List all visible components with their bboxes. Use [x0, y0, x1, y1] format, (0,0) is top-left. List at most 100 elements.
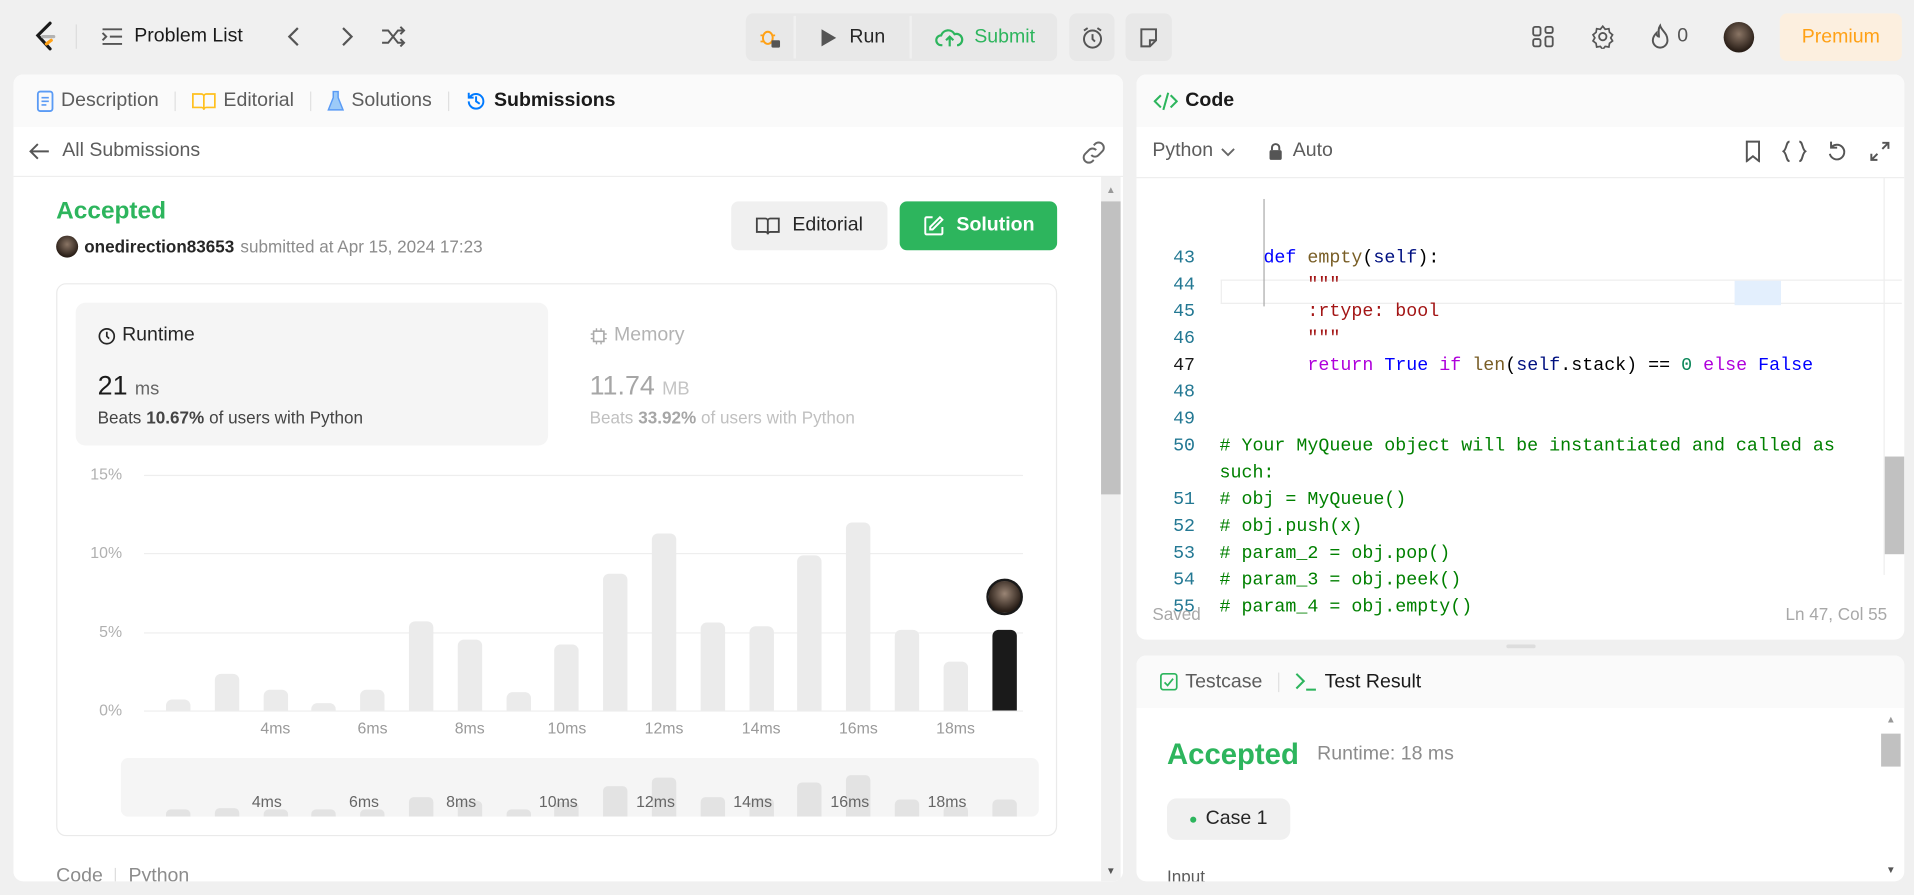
editorial-button[interactable]: Editorial [731, 201, 888, 251]
scrollbar-thumb[interactable] [1101, 201, 1121, 495]
user-avatar[interactable] [1723, 21, 1755, 53]
case-label: Case 1 [1205, 808, 1268, 829]
code-line[interactable]: # obj = MyQueue() [1219, 490, 1406, 511]
username-link[interactable]: onedirection83653 [84, 237, 234, 257]
resize-handle[interactable] [1506, 644, 1536, 649]
code-line[interactable]: # obj.push(x) [1219, 516, 1362, 537]
code-line[interactable]: """ [1219, 275, 1340, 296]
tab-solutions[interactable]: Solutions [325, 90, 435, 112]
result-scrollbar[interactable]: ▲ ▼ [1880, 709, 1902, 881]
tab-testcase[interactable]: Testcase [1157, 671, 1265, 693]
tab-description[interactable]: Description [34, 90, 161, 112]
terminal-icon [1295, 673, 1317, 691]
input-label: Input [1166, 866, 1206, 882]
line-number: 52 [1173, 516, 1196, 538]
code-token: 0 [1681, 355, 1693, 376]
code-token: # param_4 = obj.empty() [1219, 596, 1473, 618]
tab-submissions[interactable]: Submissions [462, 90, 618, 112]
fullscreen-icon[interactable] [1869, 140, 1891, 162]
code-line[interactable]: # param_2 = obj.pop() [1219, 543, 1450, 564]
memory-box[interactable]: Memory 11.74 MB Beats 33.92% of users with… [568, 303, 1040, 446]
code-line[interactable]: # Your MyQueue object will be instantiat… [1219, 436, 1834, 457]
code-line[interactable]: # param_3 = obj.peek() [1219, 570, 1461, 591]
language-select[interactable]: Python [1152, 140, 1235, 162]
editor-scrollbar-thumb[interactable] [1884, 456, 1905, 555]
memory-beats: Beats 33.92% of users with Python [590, 408, 855, 428]
bookmark-icon[interactable] [1744, 140, 1761, 163]
format-braces-icon[interactable] [1782, 140, 1807, 163]
scroll-up-icon[interactable]: ▲ [1886, 714, 1896, 725]
copy-link-icon[interactable] [1080, 140, 1107, 164]
save-status: Saved [1152, 604, 1201, 624]
bug-lock-icon [757, 25, 781, 49]
code-line[interactable]: return True if len(self.stack) == 0 else… [1219, 355, 1813, 376]
memory-label: Memory [614, 324, 685, 346]
run-button[interactable]: Run [796, 13, 910, 61]
code-editor-panel: Code Python Auto 43 def empty(self): 44 "… [1136, 74, 1905, 640]
auto-mode-toggle[interactable]: Auto [1268, 140, 1333, 162]
next-problem-icon[interactable] [337, 24, 357, 48]
editor-scrollbar[interactable] [1883, 177, 1905, 575]
code-line[interactable]: such: [1219, 463, 1274, 484]
submission-panel: Description Editorial Solutions Submissi… [13, 74, 1124, 882]
debug-button[interactable] [746, 13, 794, 61]
editor-title: Code [1185, 89, 1235, 111]
timer-button[interactable] [1069, 13, 1115, 62]
chart-range-navigator[interactable]: 4ms 6ms 8ms 10ms 12ms 14ms 16ms 18ms [120, 758, 1039, 817]
code-area[interactable]: 43 def empty(self): 44 """ 45 :rtype: bool… [1136, 172, 1881, 618]
test-result-panel: Testcase Test Result Accepted Runtime: 1… [1136, 655, 1905, 882]
divider [174, 90, 176, 111]
mini-x-tick-label: 14ms [733, 792, 773, 811]
code-token: """ [1307, 328, 1341, 350]
tab-test-result-label: Test Result [1324, 670, 1422, 692]
line-number: 49 [1173, 408, 1196, 430]
problem-list-button[interactable]: Problem List [100, 22, 243, 51]
beats-prefix: Beats [97, 407, 142, 428]
tab-description-label: Description [61, 89, 159, 111]
memory-beats-percent: 33.92% [638, 407, 697, 428]
shuffle-icon[interactable] [380, 24, 407, 48]
leetcode-workspace: Problem List Run Submit 0 Premium Descri… [0, 0, 1914, 895]
prev-problem-icon[interactable] [284, 24, 304, 48]
submitted-at: submitted at Apr 15, 2024 17:23 [240, 236, 483, 257]
leetcode-logo-icon[interactable] [32, 21, 61, 53]
reset-icon[interactable] [1826, 140, 1848, 162]
scroll-down-icon[interactable]: ▼ [1106, 865, 1116, 876]
tab-submissions-label: Submissions [493, 89, 616, 111]
solution-button[interactable]: Solution [899, 201, 1058, 251]
submission-meta: onedirection83653 submitted at Apr 15, 2… [56, 235, 483, 258]
code-token: self [1516, 355, 1561, 376]
scroll-down-icon[interactable]: ▼ [1886, 864, 1896, 875]
divider [75, 24, 77, 49]
runtime-box[interactable]: Runtime 21 ms Beats 10.67% of users with P… [75, 302, 549, 446]
code-token: # obj.push(x) [1219, 516, 1363, 538]
beats-suffix: of users with Python [701, 407, 855, 428]
tab-test-result[interactable]: Test Result [1293, 671, 1424, 693]
code-token: len [1472, 355, 1506, 376]
tab-editorial[interactable]: Editorial [189, 90, 296, 112]
line-number: 47 [1173, 355, 1196, 376]
mini-distribution-bar [991, 799, 1017, 817]
submit-button[interactable]: Submit [913, 13, 1057, 61]
notes-button[interactable] [1125, 13, 1172, 62]
code-line[interactable]: def empty(self): [1219, 248, 1439, 269]
all-submissions-link[interactable]: All Submissions [13, 127, 1124, 178]
left-scrollbar[interactable]: ▲ ▼ [1101, 177, 1121, 882]
code-line[interactable]: # param_4 = obj.empty() [1219, 597, 1472, 618]
problem-list-label: Problem List [134, 25, 243, 47]
code-line[interactable]: :rtype: bool [1219, 302, 1439, 323]
streak-counter[interactable]: 0 [1649, 23, 1688, 50]
code-token: ): [1417, 247, 1440, 269]
scroll-up-icon[interactable]: ▲ [1106, 184, 1116, 195]
layout-grid-icon[interactable] [1531, 24, 1555, 48]
case-1-tab[interactable]: Case 1 [1166, 798, 1291, 840]
tab-solutions-label: Solutions [351, 89, 432, 111]
mini-x-tick-label: 4ms [251, 792, 282, 811]
premium-button[interactable]: Premium [1779, 13, 1902, 62]
code-token: True [1384, 355, 1429, 376]
scrollbar-thumb[interactable] [1881, 733, 1901, 767]
submission-status: Accepted [56, 197, 167, 225]
settings-gear-icon[interactable] [1591, 24, 1615, 49]
code-line[interactable]: """ [1219, 328, 1340, 349]
